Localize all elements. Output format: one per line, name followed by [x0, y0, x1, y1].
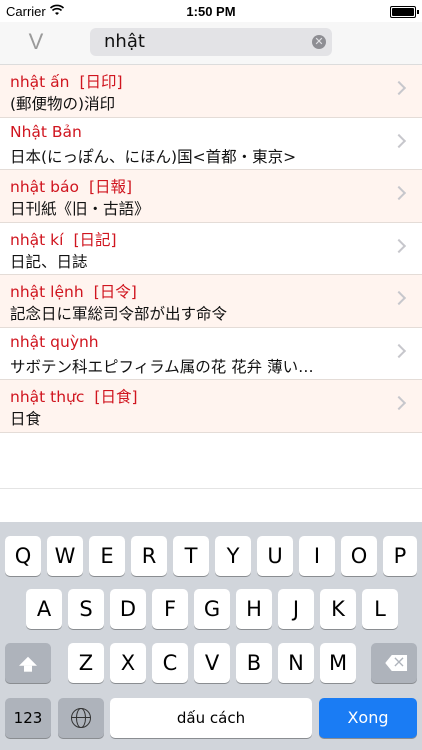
- key-d[interactable]: D: [110, 589, 146, 629]
- entry-word: nhật kí: [10, 230, 64, 249]
- status-bar: Carrier 1:50 PM: [0, 0, 422, 22]
- entry-meaning: 日刊紙《旧・古語》: [10, 200, 150, 218]
- key-p[interactable]: P: [383, 536, 417, 576]
- key-k[interactable]: K: [320, 589, 356, 629]
- list-item[interactable]: nhật lệnh [日令] 記念日に軍総司令部が出す命令: [0, 275, 422, 328]
- chevron-right-icon: [391, 133, 407, 148]
- entry-kanji: [日食]: [94, 388, 138, 406]
- key-n[interactable]: N: [278, 643, 314, 683]
- shift-key[interactable]: [5, 643, 51, 683]
- entry-word: nhật báo: [10, 178, 79, 196]
- key-z[interactable]: Z: [68, 643, 104, 683]
- space-key[interactable]: dấu cách: [110, 698, 312, 738]
- entry-meaning: サボテン科エピフィラム属の花 花弁 薄い…: [10, 357, 314, 376]
- entry-meaning: 日食: [10, 410, 42, 428]
- entry-kanji: [日記]: [73, 230, 117, 249]
- entry-meaning: 日本(にっぽん、にほん)国<首都・東京>: [10, 147, 297, 166]
- key-w[interactable]: W: [47, 536, 83, 576]
- entry-headword: nhật báo [日報]: [10, 175, 132, 197]
- key-m[interactable]: M: [320, 643, 356, 683]
- list-item[interactable]: nhật thực [日食] 日食: [0, 380, 422, 433]
- clock: 1:50 PM: [186, 4, 236, 19]
- globe-icon: [71, 708, 91, 728]
- entry-word: Nhật Bản: [10, 122, 82, 141]
- search-input-value[interactable]: nhật: [104, 31, 145, 52]
- entry-word: nhật quỳnh: [10, 332, 99, 351]
- key-c[interactable]: C: [152, 643, 188, 683]
- globe-key[interactable]: [58, 698, 104, 738]
- key-e[interactable]: E: [89, 536, 125, 576]
- list-item[interactable]: Nhật Bản 日本(にっぽん、にほん)国<首都・東京>: [0, 117, 422, 170]
- entry-headword: Nhật Bản: [10, 123, 92, 141]
- chevron-right-icon: [391, 238, 407, 253]
- list-item[interactable]: nhật ấn [日印] (郵便物の)消印: [0, 65, 422, 118]
- keyboard: Q W E R T Y U I O P A S D F G H J K L Z …: [0, 522, 422, 750]
- entry-kanji: [日印]: [79, 73, 123, 91]
- delete-key[interactable]: [371, 643, 417, 683]
- key-o[interactable]: O: [341, 536, 377, 576]
- entry-headword: nhật quỳnh: [10, 333, 109, 351]
- key-h[interactable]: H: [236, 589, 272, 629]
- list-item[interactable]: nhật báo [日報] 日刊紙《旧・古語》: [0, 170, 422, 223]
- chevron-right-icon: [391, 185, 407, 201]
- entry-headword: nhật lệnh [日令]: [10, 280, 137, 302]
- entry-meaning: (郵便物の)消印: [10, 95, 116, 113]
- list-divider: [0, 488, 422, 489]
- entry-word: nhật ấn: [10, 73, 70, 91]
- key-j[interactable]: J: [278, 589, 314, 629]
- key-y[interactable]: Y: [215, 536, 251, 576]
- search-input[interactable]: nhật ✕: [90, 28, 332, 56]
- key-t[interactable]: T: [173, 536, 209, 576]
- key-s[interactable]: S: [68, 589, 104, 629]
- key-f[interactable]: F: [152, 589, 188, 629]
- key-g[interactable]: G: [194, 589, 230, 629]
- entry-headword: nhật thực [日食]: [10, 385, 138, 407]
- entry-word: nhật thực: [10, 388, 85, 406]
- key-x[interactable]: X: [110, 643, 146, 683]
- chevron-right-icon: [391, 395, 407, 411]
- entry-headword: nhật kí [日記]: [10, 228, 117, 250]
- key-q[interactable]: Q: [5, 536, 41, 576]
- numbers-key[interactable]: 123: [5, 698, 51, 738]
- key-u[interactable]: U: [257, 536, 293, 576]
- chevron-right-icon: [391, 80, 407, 96]
- key-i[interactable]: I: [299, 536, 335, 576]
- clear-icon[interactable]: ✕: [312, 35, 326, 49]
- key-b[interactable]: B: [236, 643, 272, 683]
- entry-kanji: [日令]: [93, 283, 137, 301]
- chevron-right-icon: [391, 343, 407, 358]
- key-l[interactable]: L: [362, 589, 398, 629]
- key-r[interactable]: R: [131, 536, 167, 576]
- shift-icon: [19, 656, 37, 672]
- list-item[interactable]: nhật quỳnh サボテン科エピフィラム属の花 花弁 薄い…: [0, 327, 422, 380]
- entry-headword: nhật ấn [日印]: [10, 70, 123, 92]
- entry-kanji: [日報]: [88, 178, 133, 196]
- entry-word: nhật lệnh: [10, 283, 84, 301]
- entry-meaning: 日記、日誌: [10, 252, 88, 271]
- search-bar: V nhật ✕: [0, 22, 422, 65]
- key-a[interactable]: A: [26, 589, 62, 629]
- done-key[interactable]: Xong: [319, 698, 417, 738]
- battery-icon: [390, 6, 419, 18]
- list-item[interactable]: nhật kí [日記] 日記、日誌: [0, 222, 422, 275]
- chevron-right-icon: [391, 290, 407, 306]
- key-v[interactable]: V: [194, 643, 230, 683]
- backspace-icon: [385, 655, 408, 671]
- entry-meaning: 記念日に軍総司令部が出す命令: [10, 305, 228, 323]
- results-list: nhật ấn [日印] (郵便物の)消印 Nhật Bản 日本(にっぽん、にほ…: [0, 65, 422, 433]
- back-button[interactable]: V: [22, 28, 50, 56]
